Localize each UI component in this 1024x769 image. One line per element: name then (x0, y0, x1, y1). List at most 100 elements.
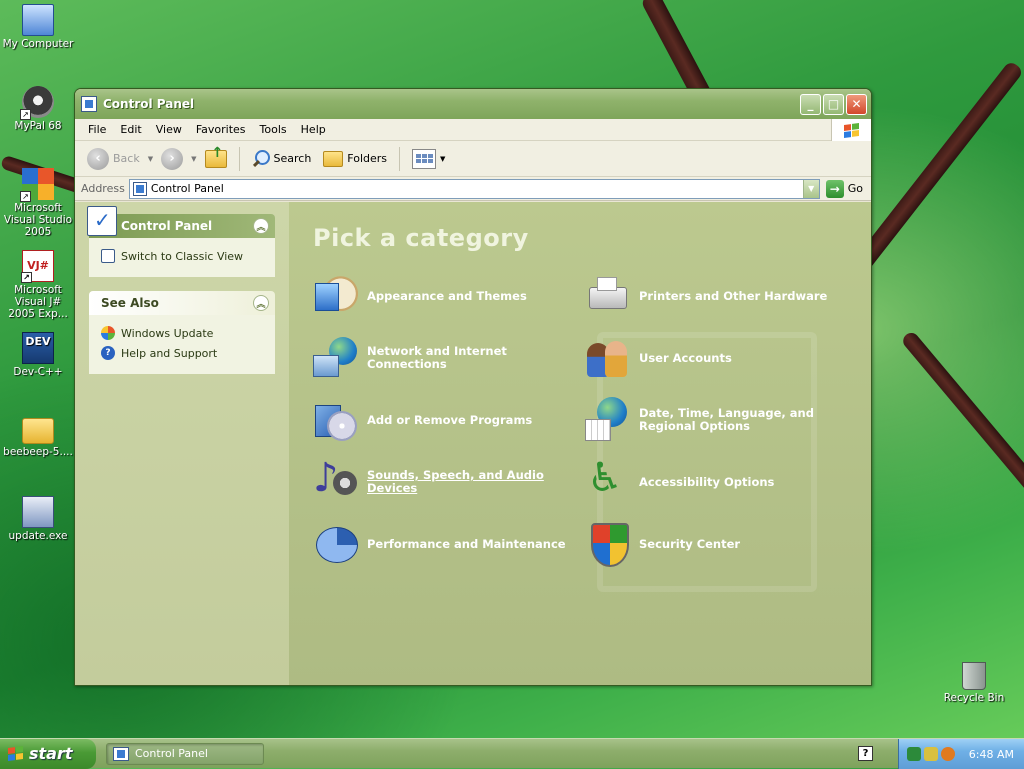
up-folder-icon: ↑ (204, 145, 227, 168)
desktop-icon-label: My Computer (2, 38, 74, 50)
taskbar-item-control-panel[interactable]: Control Panel (106, 742, 264, 765)
switch-classic-view-link[interactable]: Switch to Classic View (101, 249, 265, 263)
collapse-icon[interactable]: ︽ (253, 218, 269, 234)
printer-icon (585, 273, 631, 319)
search-button[interactable]: Search (248, 148, 316, 170)
clock[interactable]: 6:48 AM (969, 748, 1014, 761)
maximize-button[interactable]: □ (823, 93, 844, 115)
help-support-label: Help and Support (121, 346, 218, 360)
add-remove-programs-icon (313, 397, 359, 443)
accessibility-icon (585, 455, 631, 505)
address-dropdown-icon[interactable]: ▼ (802, 179, 819, 198)
vj-badge-text: VJ# (27, 259, 49, 272)
search-tray-icon[interactable] (941, 747, 955, 761)
go-label: Go (847, 182, 863, 195)
user-accounts-icon (585, 335, 631, 381)
category-printers-hardware[interactable]: Printers and Other Hardware (585, 272, 857, 320)
taskbar: start Control Panel ? 6:48 AM (0, 738, 1024, 769)
back-button[interactable]: ‹ Back (83, 146, 144, 172)
collapse-icon[interactable]: ︽ (253, 295, 269, 311)
windows-update-icon (101, 326, 115, 340)
recycle-bin-icon (962, 662, 986, 690)
desktop-icon-beebeep[interactable]: beebeep-5.... (0, 414, 76, 458)
computer-icon (22, 4, 54, 36)
control-panel-window: Control Panel _ □ ✕ File Edit View Favor… (74, 88, 872, 686)
windows-update-link[interactable]: Windows Update (101, 326, 265, 340)
help-support-link[interactable]: ? Help and Support (101, 346, 265, 360)
desktop-icon-mypal[interactable]: ↗ MyPal 68 (0, 86, 76, 132)
desktop-icon-label: update.exe (8, 530, 68, 542)
category-label: Performance and Maintenance (367, 536, 566, 551)
control-panel-large-icon (87, 206, 117, 236)
menu-help[interactable]: Help (294, 121, 333, 138)
menu-tools[interactable]: Tools (253, 121, 294, 138)
category-sounds-audio[interactable]: Sounds, Speech, and Audio Devices (313, 455, 585, 506)
address-bar: Address Control Panel ▼ → Go (75, 177, 871, 201)
menu-favorites[interactable]: Favorites (189, 121, 253, 138)
help-icon[interactable]: ? (858, 746, 873, 761)
address-label: Address (81, 182, 125, 195)
help-icon: ? (101, 346, 115, 360)
see-also-header[interactable]: See Also ︽ (89, 291, 275, 315)
desktop-icon-label: MyPal 68 (14, 120, 62, 132)
category-network-internet[interactable]: Network and Internet Connections (313, 334, 585, 382)
views-button[interactable]: ▼ (408, 147, 449, 171)
windows-update-label: Windows Update (121, 326, 214, 340)
back-dropdown-icon[interactable]: ▼ (148, 155, 153, 163)
dev-badge-text: DEV (25, 335, 51, 348)
switch-classic-view-label: Switch to Classic View (121, 249, 244, 263)
network-tray-icon[interactable] (907, 747, 921, 761)
toolbar: ‹ Back ▼ › ▼ ↑ Search Folders ▼ (75, 141, 871, 177)
views-dropdown-icon: ▼ (440, 154, 446, 163)
category-appearance-themes[interactable]: Appearance and Themes (313, 272, 585, 320)
windows-logo-icon (8, 745, 23, 762)
title-bar[interactable]: Control Panel _ □ ✕ (75, 89, 871, 119)
tools-tray-icon[interactable] (924, 747, 938, 761)
visual-studio-icon: ↗ (20, 168, 54, 202)
control-panel-box-title: Control Panel (121, 219, 213, 233)
folders-label: Folders (347, 152, 388, 165)
task-pane: Control Panel ︽ Switch to Classic View S… (75, 202, 289, 685)
forward-button[interactable]: › (157, 146, 187, 172)
menu-edit[interactable]: Edit (113, 121, 148, 138)
up-folder-button[interactable]: ↑ (201, 145, 231, 170)
date-time-globe-icon (585, 397, 631, 443)
desktop-icon-visual-studio[interactable]: ↗ Microsoft Visual Studio 2005 (0, 168, 76, 238)
back-label: Back (113, 152, 140, 165)
category-label: Add or Remove Programs (367, 412, 533, 427)
windows-logo-icon (831, 119, 871, 141)
desktop-icon-my-computer[interactable]: My Computer (0, 4, 76, 50)
appearance-themes-icon (313, 273, 359, 319)
menu-bar: File Edit View Favorites Tools Help (75, 119, 871, 141)
desktop-icon-visual-jsharp[interactable]: VJ# ↗ Microsoft Visual J# 2005 Exp... (0, 250, 76, 320)
desktop-icon-dev-cpp[interactable]: DEV Dev-C++ (0, 332, 76, 378)
forward-dropdown-icon[interactable]: ▼ (191, 155, 196, 163)
address-value: Control Panel (150, 182, 224, 195)
toolbar-separator (399, 146, 401, 171)
back-arrow-icon: ‹ (87, 147, 109, 170)
control-panel-box: Control Panel ︽ Switch to Classic View (87, 206, 275, 277)
start-button[interactable]: start (0, 738, 96, 769)
wallpaper-branch (900, 329, 1024, 662)
category-add-remove-programs[interactable]: Add or Remove Programs (313, 396, 585, 444)
control-panel-small-icon (132, 181, 147, 196)
minimize-button[interactable]: _ (800, 93, 821, 115)
desktop-icon-label: Recycle Bin (943, 692, 1005, 704)
control-panel-box-header[interactable]: Control Panel ︽ (87, 206, 275, 238)
category-performance-maintenance[interactable]: Performance and Maintenance (313, 520, 585, 568)
menu-file[interactable]: File (81, 121, 113, 138)
address-field[interactable]: Control Panel ▼ (128, 178, 820, 199)
security-shield-icon (585, 521, 631, 567)
desktop-icon-recycle-bin[interactable]: Recycle Bin (936, 658, 1012, 704)
pick-category-heading: Pick a category (313, 224, 529, 252)
close-button[interactable]: ✕ (846, 93, 867, 115)
folders-button[interactable]: Folders (319, 149, 391, 169)
system-tray: 6:48 AM (898, 739, 1024, 769)
go-button[interactable]: → Go (820, 179, 871, 198)
see-also-box: See Also ︽ Windows Update ? Help and Sup… (89, 291, 275, 374)
menu-view[interactable]: View (149, 121, 189, 138)
folders-icon (323, 150, 344, 167)
category-label: Sounds, Speech, and Audio Devices (367, 468, 544, 495)
start-label: start (29, 744, 73, 763)
desktop-icon-update[interactable]: update.exe (0, 496, 76, 542)
